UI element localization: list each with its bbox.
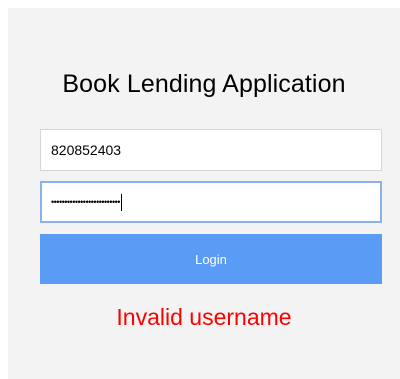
error-message: Invalid username [116, 304, 292, 330]
text-caret [120, 193, 122, 211]
username-input[interactable]: 820852403 [40, 129, 382, 171]
password-masked-value: •••••••••••••••••••••••••• [51, 196, 120, 207]
login-card: Book Lending Application 820852403 •••••… [8, 8, 400, 379]
login-button[interactable]: Login [40, 234, 382, 284]
password-input[interactable]: •••••••••••••••••••••••••• [40, 181, 382, 223]
login-button-label: Login [195, 251, 227, 267]
username-value: 820852403 [51, 142, 122, 158]
app-title: Book Lending Application [62, 70, 346, 98]
